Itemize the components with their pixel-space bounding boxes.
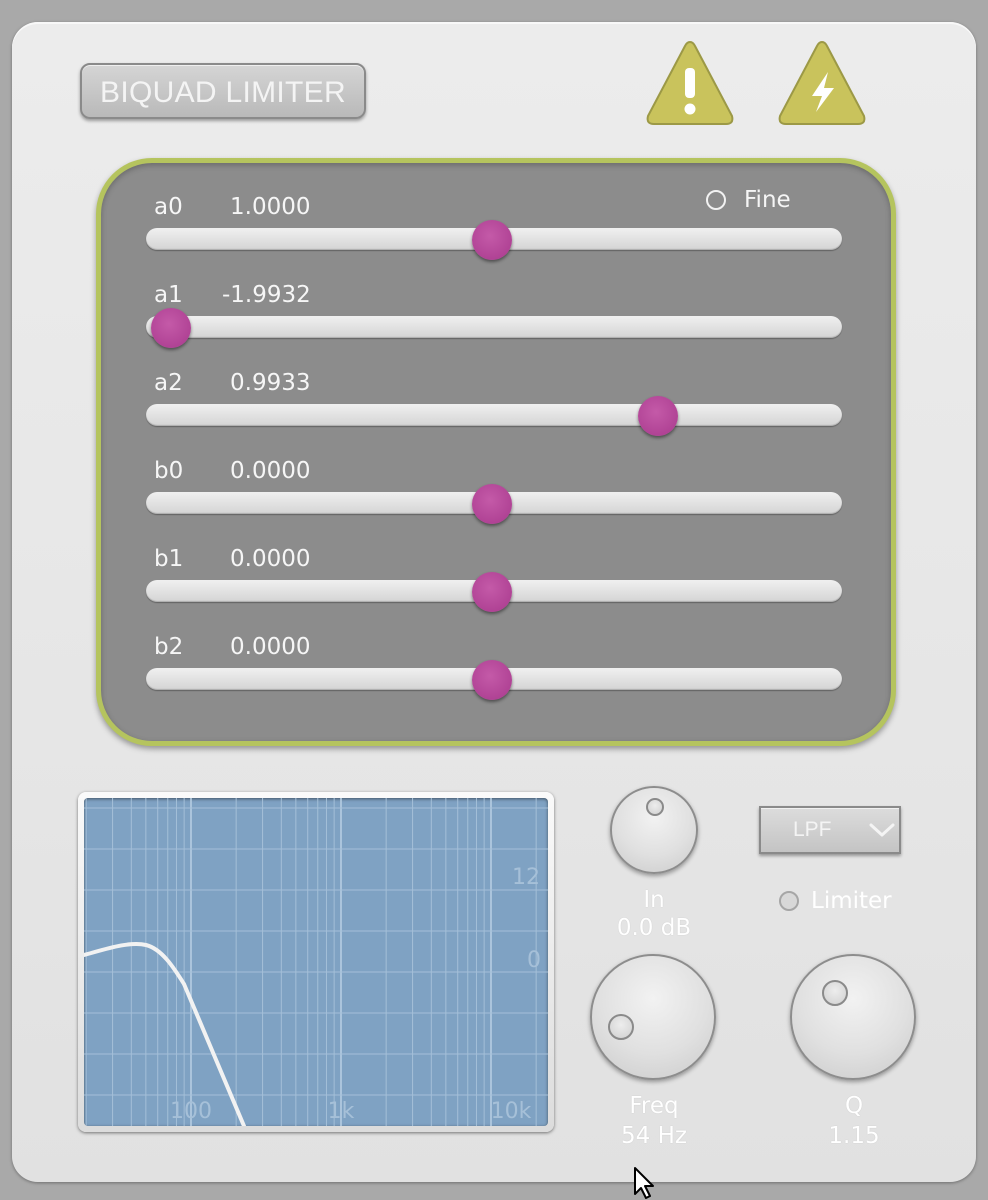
coefficient-name: a0 bbox=[154, 194, 183, 220]
frequency-label: Freq bbox=[629, 1093, 679, 1119]
coefficient-row-b1: b1 0.0000 bbox=[146, 546, 844, 626]
q-label: Q bbox=[844, 1093, 864, 1119]
coefficient-value: 0.0000 bbox=[230, 634, 311, 660]
slider-track[interactable] bbox=[146, 316, 842, 338]
slider-thumb[interactable] bbox=[637, 396, 678, 436]
coefficient-row-a2: a2 0.9933 bbox=[146, 370, 844, 450]
coefficient-value: 0.0000 bbox=[230, 546, 311, 572]
frequency-knob[interactable] bbox=[590, 954, 716, 1080]
filter-type-dropdown[interactable]: LPF bbox=[759, 806, 901, 854]
lightning-bolt-icon[interactable] bbox=[776, 36, 868, 130]
frequency-response-svg: 12 0 100 1k 10k bbox=[84, 798, 548, 1126]
q-value: 1.15 bbox=[828, 1123, 880, 1149]
frequency-value: 54 Hz bbox=[621, 1123, 687, 1149]
slider-thumb[interactable] bbox=[471, 484, 512, 524]
coefficient-name: b2 bbox=[154, 634, 184, 660]
x-tick-label: 10k bbox=[491, 1099, 532, 1124]
input-gain-knob[interactable] bbox=[610, 786, 698, 874]
slider-thumb[interactable] bbox=[471, 220, 512, 260]
filter-type-value: LPF bbox=[793, 818, 832, 841]
q-knob[interactable] bbox=[790, 954, 916, 1080]
coefficient-name: a1 bbox=[154, 282, 183, 308]
knob-indicator bbox=[646, 798, 664, 816]
coefficient-name: b1 bbox=[154, 546, 184, 572]
limiter-toggle[interactable]: Limiter bbox=[779, 886, 892, 916]
y-tick-label: 12 bbox=[512, 865, 540, 890]
coefficient-row-b2: b2 0.0000 bbox=[146, 634, 844, 714]
coefficient-row-a1: a1 -1.9932 bbox=[146, 282, 844, 362]
warning-exclamation-icon[interactable] bbox=[644, 36, 736, 130]
slider-thumb[interactable] bbox=[471, 572, 512, 612]
coefficient-name: a2 bbox=[154, 370, 183, 396]
slider-thumb[interactable] bbox=[151, 308, 192, 348]
coefficient-value: 0.0000 bbox=[230, 458, 311, 484]
limiter-radio[interactable] bbox=[779, 891, 799, 911]
coefficient-value: 1.0000 bbox=[230, 194, 311, 220]
x-tick-label: 1k bbox=[328, 1099, 355, 1124]
coefficient-value: 0.9933 bbox=[230, 370, 311, 396]
coefficient-row-a0: a0 1.0000 bbox=[146, 194, 844, 274]
response-curve bbox=[84, 941, 246, 1126]
x-tick-label: 100 bbox=[170, 1099, 212, 1124]
frequency-response-graph: 12 0 100 1k 10k bbox=[84, 798, 548, 1126]
mouse-cursor-icon bbox=[634, 1167, 654, 1199]
knob-indicator bbox=[822, 980, 848, 1006]
title-button[interactable]: BIQUAD LIMITER bbox=[80, 63, 366, 119]
limiter-label: Limiter bbox=[811, 888, 892, 914]
input-gain-label: In bbox=[643, 887, 665, 913]
slider-thumb[interactable] bbox=[471, 660, 512, 700]
coefficient-name: b0 bbox=[154, 458, 184, 484]
y-tick-label: 0 bbox=[527, 948, 541, 973]
slider-track[interactable] bbox=[146, 404, 842, 426]
input-gain-value: 0.0 dB bbox=[616, 915, 692, 941]
coefficient-value: -1.9932 bbox=[222, 282, 311, 308]
coefficient-row-b0: b0 0.0000 bbox=[146, 458, 844, 538]
chevron-down-icon bbox=[869, 823, 895, 837]
knob-indicator bbox=[608, 1014, 634, 1040]
